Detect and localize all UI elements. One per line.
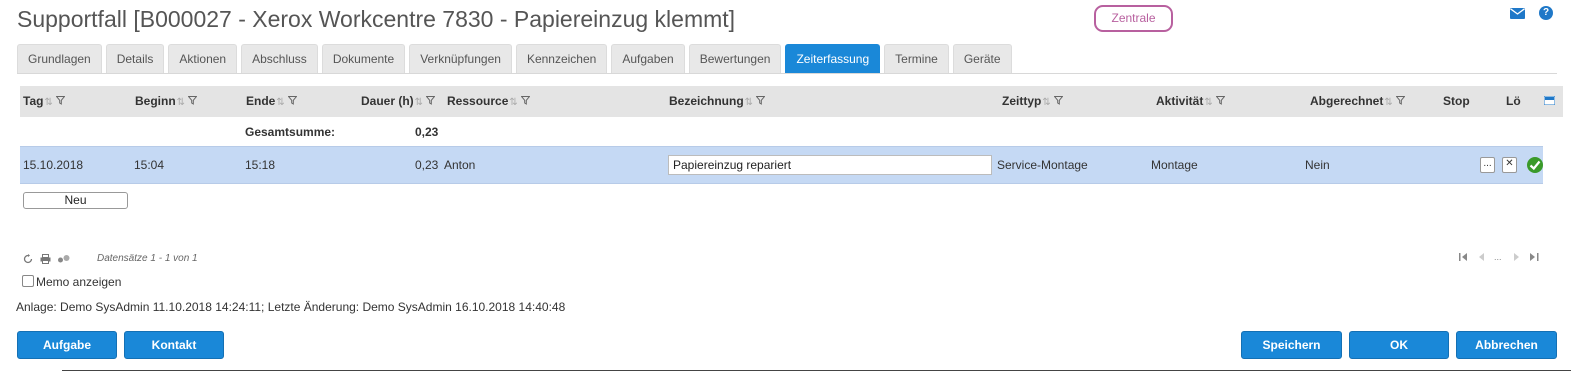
kontakt-button[interactable]: Kontakt bbox=[124, 331, 224, 359]
delete-row-button[interactable]: ✕ bbox=[1502, 157, 1517, 173]
cell-dauer: 0,23 bbox=[415, 158, 439, 172]
prev-page-icon[interactable] bbox=[1479, 253, 1484, 263]
print-icon[interactable] bbox=[40, 253, 51, 267]
confirm-check-icon[interactable] bbox=[1526, 156, 1544, 174]
cell-beginn: 15:04 bbox=[134, 158, 165, 172]
sort-icon[interactable]: ⇅ bbox=[509, 97, 517, 108]
bottom-divider bbox=[62, 370, 1571, 371]
column-label: Bezeichnung bbox=[669, 94, 744, 108]
grid-header: Tag⇅ Beginn⇅ Ende⇅ Dauer (h)⇅ Ressource⇅… bbox=[20, 86, 1563, 117]
column-header-bezeichnung[interactable]: Bezeichnung⇅ bbox=[669, 86, 766, 117]
column-label: Beginn bbox=[135, 94, 176, 108]
tab-kennzeichen[interactable]: Kennzeichen bbox=[515, 44, 608, 73]
filter-icon[interactable] bbox=[187, 86, 198, 117]
sort-icon[interactable]: ⇅ bbox=[276, 97, 284, 108]
filter-icon[interactable] bbox=[287, 86, 298, 117]
next-page-icon[interactable] bbox=[1514, 253, 1519, 263]
mail-icon[interactable] bbox=[1510, 8, 1525, 22]
column-label: Tag bbox=[23, 94, 44, 108]
sort-icon[interactable]: ⇅ bbox=[745, 97, 753, 108]
ok-button[interactable]: OK bbox=[1349, 331, 1449, 359]
column-label: Ende bbox=[246, 94, 276, 108]
new-entry-button[interactable]: Neu bbox=[23, 192, 128, 209]
column-settings-icon[interactable] bbox=[1543, 95, 1556, 106]
column-label: Abgerechnet bbox=[1310, 94, 1384, 108]
tab-grundlagen[interactable]: Grundlagen bbox=[17, 44, 102, 73]
filter-icon[interactable] bbox=[1395, 86, 1406, 117]
tab-details[interactable]: Details bbox=[105, 44, 165, 73]
more-options-button[interactable]: ... bbox=[1480, 157, 1495, 173]
cell-zeittyp: Service-Montage bbox=[997, 158, 1088, 172]
aufgabe-button[interactable]: Aufgabe bbox=[17, 331, 117, 359]
sort-icon[interactable]: ⇅ bbox=[1204, 97, 1212, 108]
refresh-icon[interactable] bbox=[23, 253, 33, 267]
tab-verknuepfungen[interactable]: Verknüpfungen bbox=[409, 44, 512, 73]
column-header-beginn[interactable]: Beginn⇅ bbox=[135, 86, 198, 117]
column-header-abgerechnet[interactable]: Abgerechnet⇅ bbox=[1310, 86, 1406, 117]
column-header-loeschen: Lö bbox=[1506, 94, 1521, 108]
sort-icon[interactable]: ⇅ bbox=[1042, 97, 1050, 108]
column-label: Zeittyp bbox=[1002, 94, 1042, 108]
tab-abschluss[interactable]: Abschluss bbox=[241, 44, 318, 73]
column-header-ende[interactable]: Ende⇅ bbox=[246, 86, 298, 117]
records-info: Datensätze 1 - 1 von 1 bbox=[97, 253, 198, 264]
total-label: Gesamtsumme: bbox=[245, 125, 336, 139]
filter-icon[interactable] bbox=[1215, 86, 1226, 117]
cell-tag: 15.10.2018 bbox=[23, 158, 84, 172]
export-icon[interactable] bbox=[57, 253, 71, 267]
audit-info: Anlage: Demo SysAdmin 11.10.2018 14:24:1… bbox=[16, 300, 566, 314]
sort-icon[interactable]: ⇅ bbox=[1384, 97, 1392, 108]
help-icon[interactable]: ? bbox=[1539, 6, 1553, 20]
column-header-zeittyp[interactable]: Zeittyp⇅ bbox=[1002, 86, 1064, 117]
tab-aufgaben[interactable]: Aufgaben bbox=[611, 44, 685, 73]
filter-icon[interactable] bbox=[755, 86, 766, 117]
tab-bewertungen[interactable]: Bewertungen bbox=[688, 44, 782, 73]
column-label: Dauer (h) bbox=[361, 94, 414, 108]
sort-icon[interactable]: ⇅ bbox=[44, 97, 52, 108]
bezeichnung-input[interactable] bbox=[668, 155, 992, 175]
speichern-button[interactable]: Speichern bbox=[1241, 331, 1342, 359]
cell-ende: 15:18 bbox=[245, 158, 276, 172]
sort-icon[interactable]: ⇅ bbox=[177, 97, 185, 108]
memo-label: Memo anzeigen bbox=[36, 275, 122, 289]
table-row[interactable]: 15.10.2018 15:04 15:18 0,23 Anton Servic… bbox=[20, 146, 1543, 184]
filter-icon[interactable] bbox=[55, 86, 66, 117]
total-value: 0,23 bbox=[415, 125, 439, 139]
column-header-tag[interactable]: Tag⇅ bbox=[23, 86, 66, 117]
page-ellipsis: ... bbox=[1494, 252, 1502, 262]
last-page-icon[interactable] bbox=[1530, 253, 1539, 263]
tab-termine[interactable]: Termine bbox=[884, 44, 949, 73]
tab-divider bbox=[17, 73, 1557, 74]
memo-toggle[interactable]: Memo anzeigen bbox=[22, 275, 121, 289]
filter-icon[interactable] bbox=[1053, 86, 1064, 117]
tab-bar: Grundlagen Details Aktionen Abschluss Do… bbox=[17, 44, 1016, 73]
column-header-stop: Stop bbox=[1443, 94, 1470, 108]
memo-checkbox[interactable] bbox=[22, 275, 34, 287]
cell-ressource: Anton bbox=[444, 158, 476, 172]
first-page-icon[interactable] bbox=[1459, 253, 1468, 263]
column-header-aktivitaet[interactable]: Aktivität⇅ bbox=[1156, 86, 1226, 117]
column-label: Aktivität bbox=[1156, 94, 1204, 108]
page-title: Supportfall [B000027 - Xerox Workcentre … bbox=[17, 6, 736, 32]
sort-icon[interactable]: ⇅ bbox=[415, 97, 423, 108]
location-badge[interactable]: Zentrale bbox=[1094, 5, 1173, 32]
column-header-ressource[interactable]: Ressource⇅ bbox=[447, 86, 531, 117]
tab-dokumente[interactable]: Dokumente bbox=[321, 44, 406, 73]
tab-aktionen[interactable]: Aktionen bbox=[168, 44, 238, 73]
filter-icon[interactable] bbox=[520, 86, 531, 117]
column-label: Ressource bbox=[447, 94, 509, 108]
cell-abgerechnet: Nein bbox=[1305, 158, 1330, 172]
abbrechen-button[interactable]: Abbrechen bbox=[1456, 331, 1557, 359]
filter-icon[interactable] bbox=[425, 86, 436, 117]
tab-zeiterfassung[interactable]: Zeiterfassung bbox=[785, 44, 881, 73]
column-header-dauer[interactable]: Dauer (h)⇅ bbox=[361, 86, 436, 117]
cell-aktivitaet: Montage bbox=[1151, 158, 1198, 172]
tab-geraete[interactable]: Geräte bbox=[952, 44, 1012, 73]
